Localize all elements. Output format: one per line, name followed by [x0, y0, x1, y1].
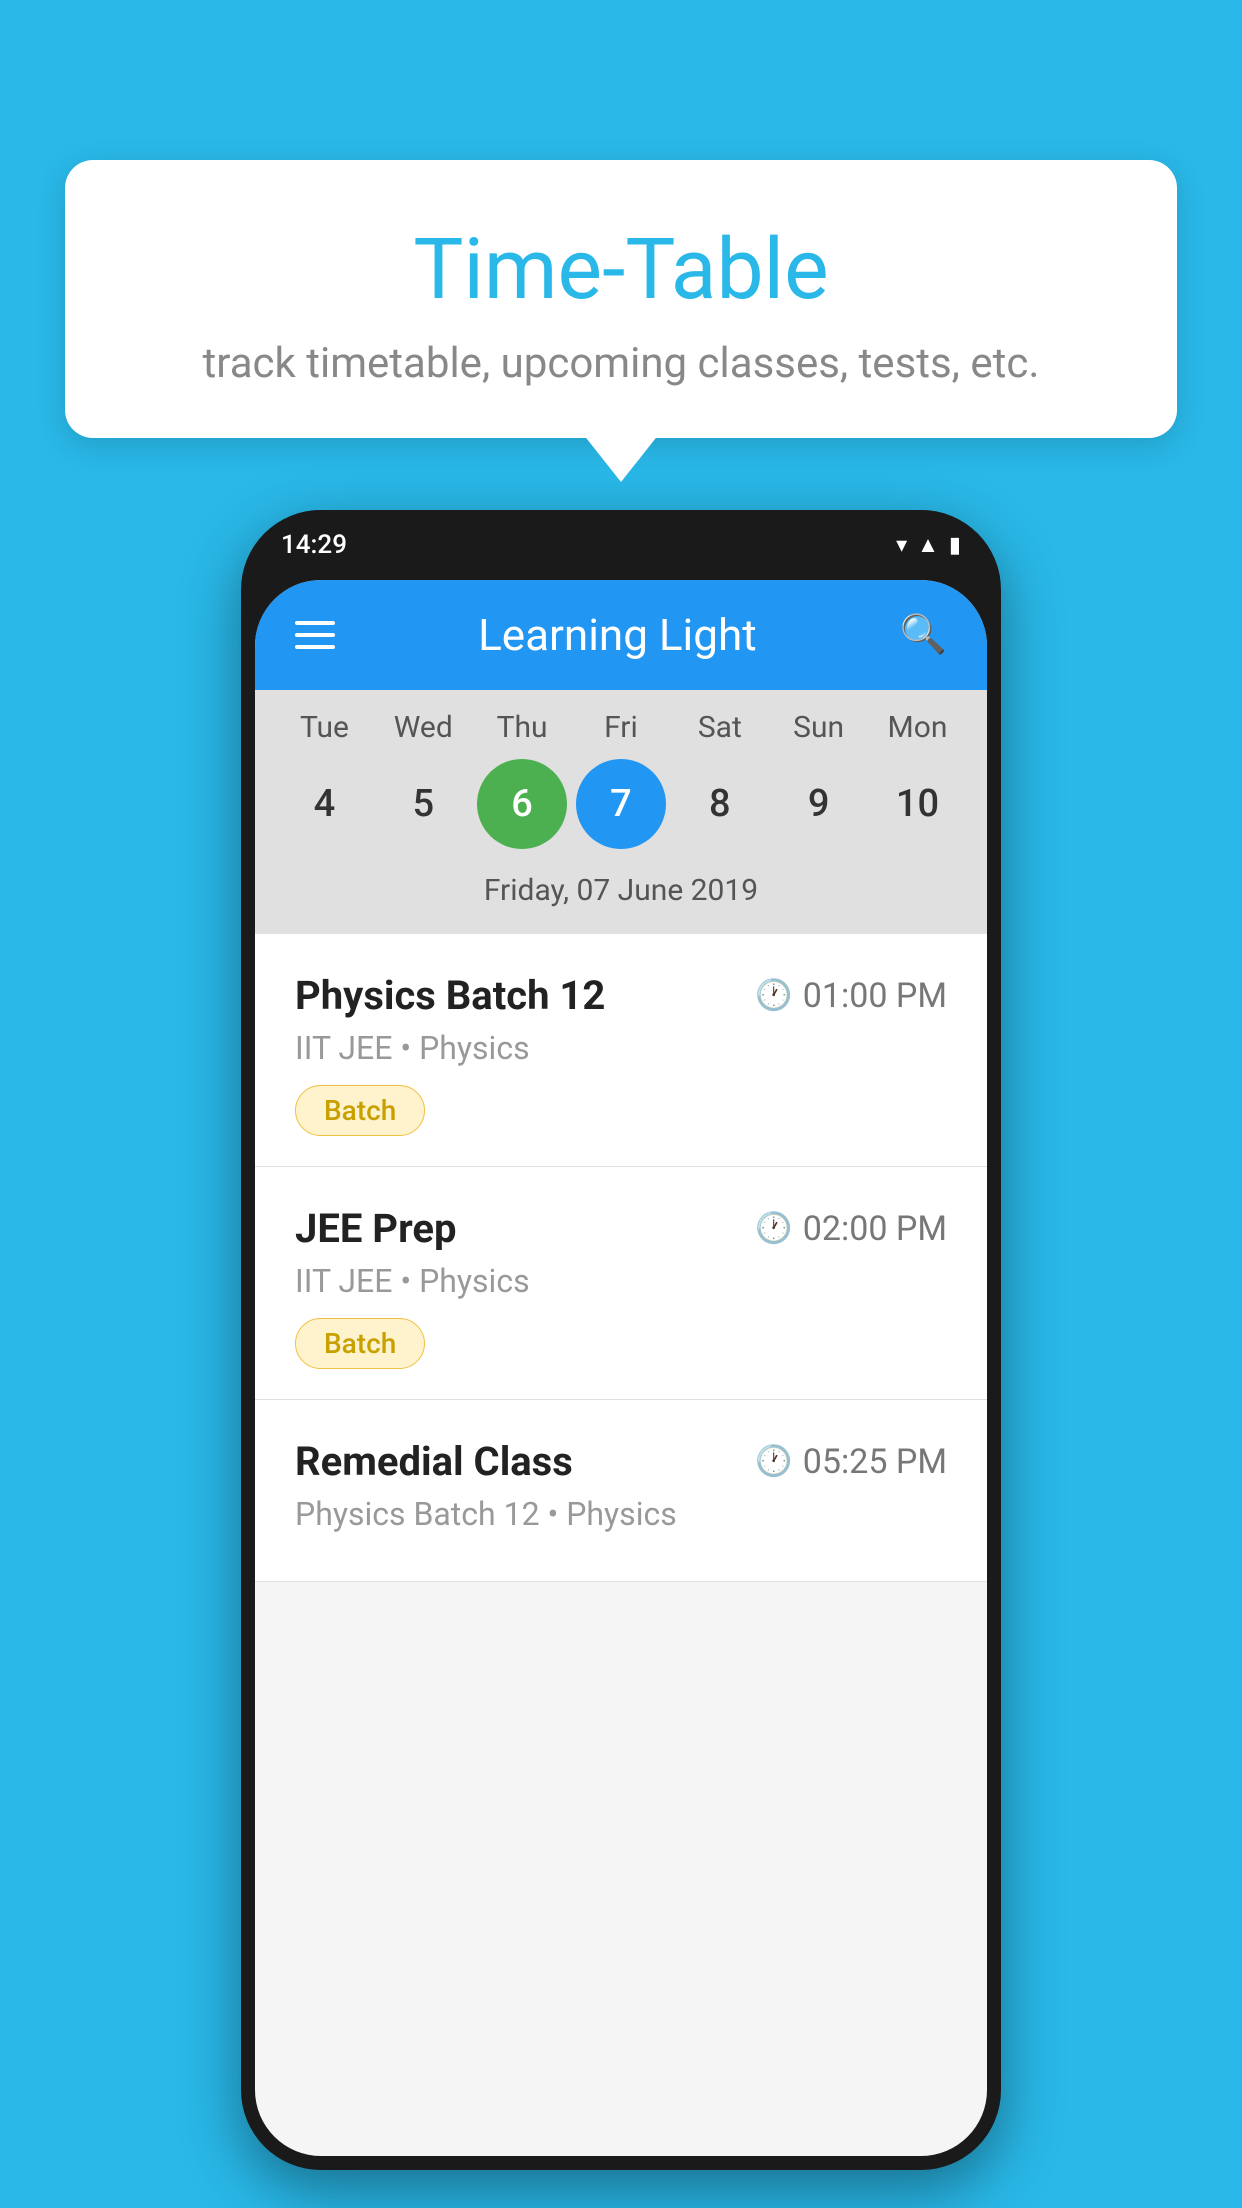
schedule-item-3-time-value: 05:25 PM	[803, 1442, 947, 1482]
tooltip-card: Time-Table track timetable, upcoming cla…	[65, 160, 1177, 438]
schedule-item-1[interactable]: Physics Batch 12 🕐 01:00 PM IIT JEE • Ph…	[255, 934, 987, 1167]
schedule-item-2-time: 🕐 02:00 PM	[755, 1209, 947, 1249]
schedule-item-3-time: 🕐 05:25 PM	[755, 1442, 947, 1482]
schedule-item-1-sub: IIT JEE • Physics	[295, 1029, 947, 1067]
batch-badge-2: Batch	[295, 1318, 425, 1369]
schedule-item-3-sub: Physics Batch 12 • Physics	[295, 1495, 947, 1533]
batch-badge-1: Batch	[295, 1085, 425, 1136]
schedule-item-1-name: Physics Batch 12	[295, 972, 605, 1019]
clock-icon-3: 🕐	[755, 1444, 792, 1479]
phone-frame: 14:29 ▾ ▲ ▮ Learning Light 🔍 Tue Wed Thu…	[241, 510, 1001, 2170]
dates-row: 4 5 6 7 8 9 10	[255, 759, 987, 849]
schedule-item-2[interactable]: JEE Prep 🕐 02:00 PM IIT JEE • Physics Ba…	[255, 1167, 987, 1400]
status-time: 14:29	[281, 530, 347, 560]
clock-icon-2: 🕐	[755, 1211, 792, 1246]
date-10[interactable]: 10	[872, 759, 962, 849]
schedule-list: Physics Batch 12 🕐 01:00 PM IIT JEE • Ph…	[255, 934, 987, 1582]
wifi-icon: ▾	[896, 533, 907, 558]
day-label-sat: Sat	[675, 710, 765, 745]
clock-icon-1: 🕐	[755, 978, 792, 1013]
schedule-item-1-time-value: 01:00 PM	[803, 976, 947, 1016]
date-5[interactable]: 5	[378, 759, 468, 849]
schedule-item-2-time-value: 02:00 PM	[803, 1209, 947, 1249]
signal-icon: ▲	[917, 532, 939, 558]
date-7-selected[interactable]: 7	[576, 759, 666, 849]
day-label-thu: Thu	[477, 710, 567, 745]
tooltip-subtitle: track timetable, upcoming classes, tests…	[145, 339, 1097, 388]
day-label-sun: Sun	[774, 710, 864, 745]
days-header: Tue Wed Thu Fri Sat Sun Mon	[255, 710, 987, 745]
date-4[interactable]: 4	[279, 759, 369, 849]
phone-notch: 14:29 ▾ ▲ ▮	[241, 510, 1001, 580]
date-9[interactable]: 9	[774, 759, 864, 849]
schedule-item-2-name: JEE Prep	[295, 1205, 456, 1252]
schedule-item-1-header: Physics Batch 12 🕐 01:00 PM	[295, 972, 947, 1019]
search-icon[interactable]: 🔍	[900, 613, 947, 657]
day-label-fri: Fri	[576, 710, 666, 745]
calendar-strip: Tue Wed Thu Fri Sat Sun Mon 4 5 6 7 8 9 …	[255, 690, 987, 934]
date-8[interactable]: 8	[675, 759, 765, 849]
date-6-today[interactable]: 6	[477, 759, 567, 849]
schedule-item-2-header: JEE Prep 🕐 02:00 PM	[295, 1205, 947, 1252]
schedule-item-1-time: 🕐 01:00 PM	[755, 976, 947, 1016]
tooltip-title: Time-Table	[145, 220, 1097, 319]
menu-button[interactable]	[295, 621, 335, 649]
schedule-item-3[interactable]: Remedial Class 🕐 05:25 PM Physics Batch …	[255, 1400, 987, 1582]
app-bar: Learning Light 🔍	[255, 580, 987, 690]
day-label-tue: Tue	[279, 710, 369, 745]
battery-icon: ▮	[949, 533, 961, 558]
status-icons: ▾ ▲ ▮	[896, 532, 961, 558]
selected-date-label: Friday, 07 June 2019	[255, 863, 987, 924]
app-title: Learning Light	[478, 609, 757, 661]
day-label-wed: Wed	[378, 710, 468, 745]
day-label-mon: Mon	[872, 710, 962, 745]
schedule-item-2-sub: IIT JEE • Physics	[295, 1262, 947, 1300]
schedule-item-3-header: Remedial Class 🕐 05:25 PM	[295, 1438, 947, 1485]
phone-screen: Learning Light 🔍 Tue Wed Thu Fri Sat Sun…	[255, 580, 987, 2156]
schedule-item-3-name: Remedial Class	[295, 1438, 573, 1485]
